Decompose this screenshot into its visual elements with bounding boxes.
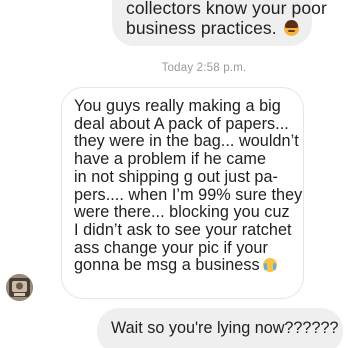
message-line: collectors know your poor: [126, 0, 327, 18]
outgoing-message-bubble[interactable]: Wait so you're lying now??????: [97, 308, 343, 348]
message-line: gonna be msg a business: [74, 256, 295, 275]
message-line: You guys really making a big: [74, 97, 281, 115]
message-line: have a problem if he came: [74, 150, 267, 169]
message-line: in not shipping g out just pa-: [74, 167, 278, 186]
outgoing-message-bubble[interactable]: collectors know your poor business pract…: [112, 0, 327, 46]
message-line: pers.... when I’m 99% sure they: [74, 185, 303, 204]
avatar-image-icon: [6, 274, 33, 301]
message-line: I didn’t ask to see your ratchet: [74, 220, 292, 239]
sender-avatar[interactable]: [6, 274, 33, 301]
message-line: were there... blocking you cuz: [74, 203, 290, 222]
message-line: deal about A pack of papers...: [74, 114, 289, 133]
woman-face-emoji-icon: [283, 20, 299, 36]
conversation-view: collectors know your poor business pract…: [0, 0, 348, 348]
message-line: Wait so you're lying now??????: [111, 319, 339, 337]
message-line-text: gonna be msg a business: [74, 256, 260, 275]
crying-face-emoji-icon: [262, 258, 277, 273]
message-line: business practices.: [126, 18, 302, 38]
message-line: they were in the bag... wouldn’t: [74, 132, 299, 151]
message-line-text: business practices.: [126, 18, 277, 38]
incoming-message-bubble[interactable]: You guys really making a big deal about …: [61, 87, 304, 299]
message-line: ass change your pic if your: [74, 238, 268, 257]
message-timestamp: Today 2:58 p.m.: [161, 62, 247, 74]
